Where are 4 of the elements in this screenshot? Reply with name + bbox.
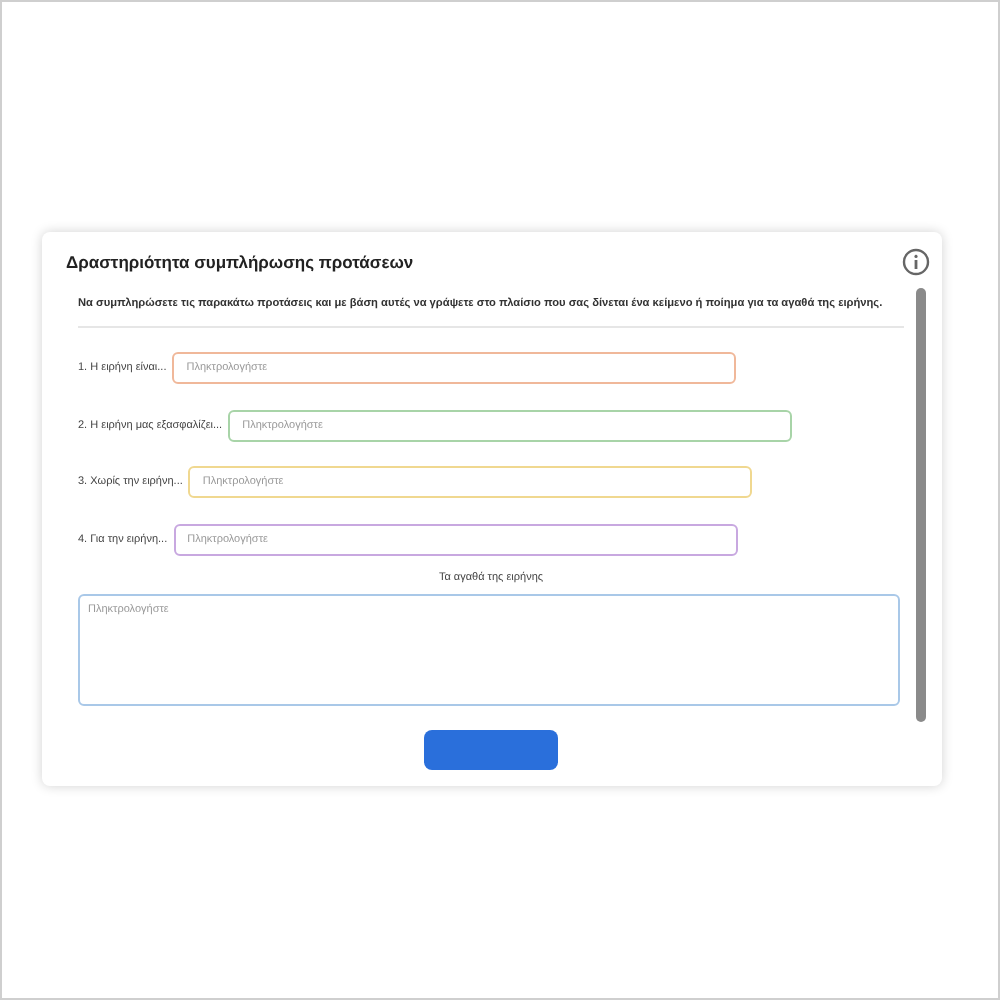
scrollbar-thumb[interactable] (916, 288, 926, 722)
submit-button[interactable] (424, 730, 558, 770)
info-icon[interactable] (902, 248, 930, 276)
card-title: Δραστηριότητα συμπλήρωσης προτάσεων (66, 252, 414, 272)
